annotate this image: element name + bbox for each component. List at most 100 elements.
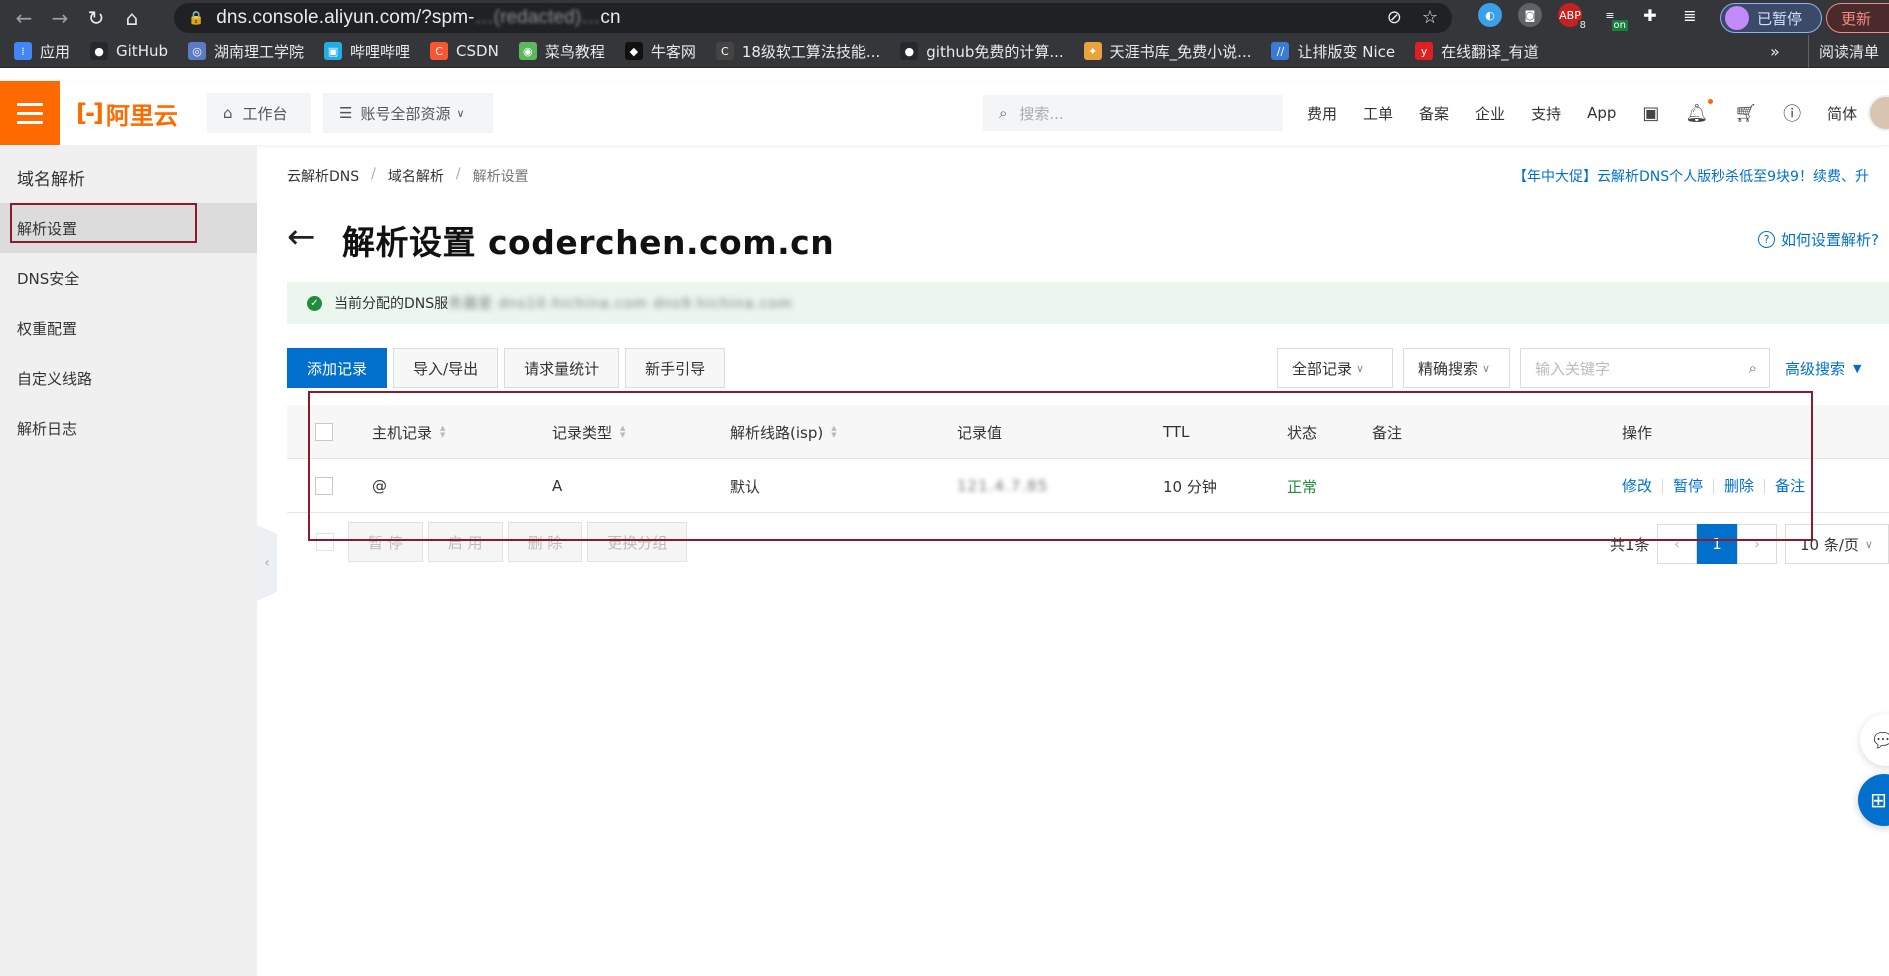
bookmark-item[interactable]: ◎ 湖南理工学院 [188,41,304,62]
advanced-search-link[interactable]: 高级搜索 ▼ [1785,358,1861,379]
import-export-button[interactable]: 导入/导出 [393,348,499,388]
bookmark-item[interactable]: ● github免费的计算... [900,41,1064,62]
back-nav-icon[interactable]: ← [6,0,42,35]
promo-link[interactable]: 【年中大促】云解析DNS个人版秒杀低至9块9！续费、升 [1513,166,1869,186]
language-switch[interactable]: 简体 [1827,103,1857,124]
sidebar-collapse-handle[interactable]: ‹ [257,525,277,601]
camera-icon[interactable]: ◙ [1518,3,1542,27]
bulk-change-group-button[interactable]: 更换分组 [587,522,688,562]
sort-icon[interactable]: ▲ ▼ [620,425,625,439]
howto-link[interactable]: ? 如何设置解析? [1758,229,1879,250]
bookmark-item[interactable]: ▣ 哔哩哔哩 [324,41,410,62]
delete-record-link[interactable]: 删除 [1713,478,1764,494]
record-filter-select[interactable]: 全部记录 ∨ [1277,348,1393,388]
reading-list-button[interactable]: 阅读清单 [1808,35,1879,68]
chat-float-button[interactable]: 💬︎ [1860,714,1889,766]
bulk-pause-button[interactable]: 暂 停 [348,522,423,562]
col-type[interactable]: 记录类型 ▲ ▼ [552,405,625,459]
guide-button[interactable]: 新手引导 [625,348,726,388]
menu-billing[interactable]: 费用 [1307,103,1337,124]
help-icon[interactable]: ⓘ [1783,100,1801,126]
bookmark-item[interactable]: C CSDN [430,42,499,60]
bell-icon[interactable]: 🔔︎ [1685,98,1714,124]
page-size-select[interactable]: 10 条/页 ∨ [1785,524,1889,564]
bookmark-item[interactable]: ● GitHub [90,42,168,60]
bulk-enable-button[interactable]: 启 用 [427,522,503,562]
add-record-button[interactable]: 添加记录 [287,348,388,388]
browser-toolbar: ← → ↻ ⌂ 🔒 dns.console.aliyun.com/?spm-…(… [0,0,1889,35]
extension-globe-icon[interactable]: ◐ [1478,3,1502,27]
next-page-button[interactable]: › [1737,524,1777,564]
home-icon[interactable]: ⌂ [114,0,150,35]
sidebar-item-dns-security[interactable]: DNS安全 [0,253,257,303]
breadcrumb-domain-resolve[interactable]: 域名解析 [388,166,444,186]
workbench-button[interactable]: ⌂ 工作台 [207,93,311,133]
request-stats-button[interactable]: 请求量统计 [504,348,620,388]
menu-support[interactable]: 支持 [1531,103,1561,124]
bookmark-star-icon[interactable]: ☆ [1422,7,1438,28]
bookmark-item[interactable]: ◆ 牛客网 [624,41,696,62]
menu-app[interactable]: App [1587,104,1616,122]
apps-float-button[interactable]: ⊞ [1858,774,1889,826]
edit-record-link[interactable]: 修改 [1622,478,1662,494]
sidebar-item-weight-config[interactable]: 权重配置 [0,303,257,353]
col-line[interactable]: 解析线路(isp) ▲ ▼ [730,405,837,459]
page-number-button[interactable]: 1 [1697,524,1737,564]
bookmark-label: github免费的计算... [926,42,1064,61]
bookmark-label: 牛客网 [650,42,696,61]
cart-icon[interactable]: 🛒︎ [1734,103,1757,124]
menu-icp[interactable]: 备案 [1419,103,1449,124]
pause-record-link[interactable]: 暂停 [1662,478,1713,494]
cell-line: 默认 [730,477,761,496]
breadcrumb-dns[interactable]: 云解析DNS [287,166,359,186]
bookmark-item[interactable]: ✦ 天涯书库_免费小说... [1083,41,1251,62]
keyword-search-input[interactable]: 输入关键字 ⌕ [1520,348,1770,388]
sidebar-item-custom-lines[interactable]: 自定义线路 [0,353,257,403]
menu-enterprise[interactable]: 企业 [1475,103,1505,124]
sort-icon[interactable]: ▲ ▼ [831,425,836,439]
reading-mode-icon[interactable]: ≣ [1678,3,1702,27]
bookmark-label: 菜鸟教程 [544,42,605,61]
sidebar-item-resolve-log[interactable]: 解析日志 [0,403,257,453]
bookmark-item[interactable]: C 18级软工算法技能... [715,41,880,62]
menu-tickets[interactable]: 工单 [1363,103,1393,124]
sidebar-item-resolve-settings[interactable]: 解析设置 [0,203,257,253]
bookmark-item[interactable]: ∕∕ 让排版变 Nice [1271,41,1395,62]
cell-host: @ [372,477,387,495]
chevron-left-icon: ‹ [264,555,270,571]
bulk-delete-button[interactable]: 删 除 [507,522,583,562]
update-button[interactable]: 更新 [1826,3,1889,33]
bookmark-item[interactable]: y 在线翻译_有道 [1415,41,1539,62]
tab-manager-icon[interactable]: ≡ on [1598,3,1628,31]
chevron-down-icon: ∨ [1356,361,1365,375]
terminal-icon[interactable]: ▣ [1642,103,1659,124]
extensions-puzzle-icon[interactable]: ✚ [1638,3,1662,27]
search-mode-select[interactable]: 精确搜索 ∨ [1403,348,1510,388]
global-search-input[interactable]: ⌕ 搜索... [983,95,1283,131]
forward-nav-icon[interactable]: → [42,0,78,35]
note-record-link[interactable]: 备注 [1764,478,1815,494]
bookmark-label: 让排版变 Nice [1297,42,1396,61]
prev-page-button[interactable]: ‹ [1657,524,1697,564]
col-host[interactable]: 主机记录 ▲ ▼ [372,405,445,459]
bulk-select-checkbox[interactable] [316,533,334,551]
bookmarks-overflow-icon[interactable]: » [1770,35,1780,68]
menu-hamburger-icon[interactable] [0,81,60,145]
search-icon[interactable]: ⌕ [1749,359,1757,377]
bookmark-item[interactable]: ⁞ 应用 [14,41,70,62]
address-bar[interactable]: 🔒 dns.console.aliyun.com/?spm-…(redacted… [174,3,1452,33]
resources-dropdown[interactable]: ☰ 账号全部资源 ∨ [323,93,493,133]
profile-button[interactable]: 已暂停 [1720,3,1822,33]
aliyun-logo[interactable]: [-] 阿里云 [76,96,178,131]
adblock-icon[interactable]: ABP 8 [1558,3,1588,31]
dns-server-notice: ✓ 当前分配的DNS服 务器是 dns10.hichina.com dns9.hi… [287,282,1889,324]
sort-icon[interactable]: ▲ ▼ [440,425,445,439]
top-navbar: [-] 阿里云 ⌂ 工作台 ☰ 账号全部资源 ∨ ⌕ 搜索... 费用 工单 备案 企业 … [0,81,1889,145]
back-arrow-icon[interactable]: ← [287,217,316,257]
reload-icon[interactable]: ↻ [78,0,114,35]
bookmark-item[interactable]: ◉ 菜鸟教程 [518,41,605,62]
select-all-checkbox[interactable] [315,405,333,459]
cell-type: A [552,477,563,495]
row-checkbox[interactable] [315,459,333,513]
eye-off-icon[interactable]: ⊘ [1387,7,1402,28]
